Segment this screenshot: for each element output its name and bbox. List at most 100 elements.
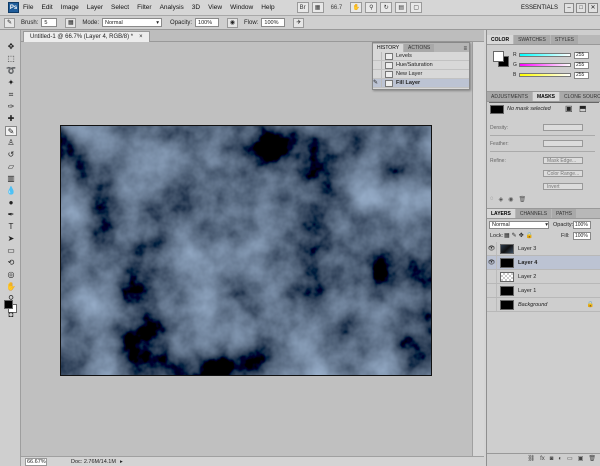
rotate-view-icon[interactable]: ↻ — [380, 2, 393, 13]
mode-select[interactable]: Normal ▾ — [102, 18, 163, 27]
lock-icons[interactable]: ▦✎✥🔒 — [504, 232, 535, 239]
tab-swatches[interactable]: SWATCHES — [514, 35, 550, 44]
delete-mask-icon[interactable]: 🗑 — [518, 196, 526, 204]
menu-filter[interactable]: Filter — [137, 4, 151, 11]
add-vector-mask-icon[interactable]: ⬒ — [579, 104, 587, 113]
document-canvas[interactable] — [60, 125, 432, 376]
bridge-icon[interactable]: Br — [296, 2, 309, 13]
history-state[interactable]: Levels — [373, 52, 469, 61]
visibility-eye-icon[interactable]: 👁 — [487, 242, 497, 255]
blur-tool-icon[interactable]: 💧 — [5, 186, 17, 196]
3d-rotate-tool-icon[interactable]: ⟲ — [5, 258, 17, 268]
layer-opacity-input[interactable]: 100% — [573, 221, 591, 229]
layer-row[interactable]: Layer 2 — [487, 270, 600, 284]
layer-style-icon[interactable]: fx — [540, 456, 545, 462]
opacity-input[interactable]: 100% — [195, 18, 220, 27]
arrange-documents-icon[interactable]: ▤ — [395, 2, 408, 13]
tab-masks[interactable]: MASKS — [532, 92, 560, 101]
load-selection-icon[interactable]: ◌ — [490, 196, 494, 204]
brush-tool-preset-icon[interactable]: ✎ — [4, 17, 15, 28]
marquee-tool-icon[interactable]: ⬚ — [5, 54, 17, 64]
close-icon[interactable]: ✕ — [588, 2, 598, 13]
new-group-icon[interactable]: ▭ — [567, 455, 573, 462]
adjustment-layer-icon[interactable]: ◐ — [558, 456, 562, 462]
tab-history[interactable]: HISTORY — [373, 44, 404, 52]
blend-mode-select[interactable]: Normal ▾ — [489, 221, 549, 229]
new-layer-icon[interactable]: ▣ — [578, 455, 584, 462]
document-tab[interactable]: Untitled-1 @ 66.7% (Layer 4, RGB/8) * × — [23, 31, 150, 42]
zoom-tool-icon[interactable]: ⚲ — [365, 2, 378, 13]
vertical-scrollbar[interactable] — [472, 42, 484, 456]
visibility-toggle[interactable] — [487, 298, 497, 311]
brush-tool-icon[interactable]: ✎ — [5, 126, 17, 136]
fill-input[interactable]: 100% — [573, 232, 591, 240]
status-menu-icon[interactable]: ▸ — [120, 459, 123, 465]
shape-tool-icon[interactable]: ▭ — [5, 246, 17, 256]
eraser-tool-icon[interactable]: ▱ — [5, 162, 17, 172]
tab-channels[interactable]: CHANNELS — [515, 209, 552, 218]
menu-image[interactable]: Image — [61, 4, 79, 11]
color-range-button[interactable]: Color Range... — [543, 170, 583, 177]
pen-tool-icon[interactable]: ✒ — [5, 210, 17, 220]
menu-view[interactable]: View — [208, 4, 222, 11]
move-tool-icon[interactable]: ✥ — [5, 42, 17, 52]
history-brush-tool-icon[interactable]: ↺ — [5, 150, 17, 160]
crop-tool-icon[interactable]: ⌗ — [5, 90, 17, 100]
close-tab-icon[interactable]: × — [139, 34, 143, 40]
panel-menu-icon[interactable]: ≡ — [463, 46, 469, 52]
path-select-tool-icon[interactable]: ➤ — [5, 234, 17, 244]
workspace-switcher[interactable]: ESSENTIALS — [521, 5, 558, 11]
history-state[interactable]: New Layer — [373, 70, 469, 79]
layer-row[interactable]: Layer 1 — [487, 284, 600, 298]
tab-clone-source[interactable]: CLONE SOURCE — [560, 92, 600, 101]
eyedropper-tool-icon[interactable]: ✑ — [5, 102, 17, 112]
layer-row-selected[interactable]: 👁 Layer 4 — [487, 256, 600, 270]
hand-tool-icon[interactable]: ✋ — [5, 282, 17, 292]
menu-layer[interactable]: Layer — [87, 4, 103, 11]
tab-adjustments[interactable]: ADJUSTMENTS — [487, 92, 532, 101]
disable-mask-icon[interactable]: ◉ — [508, 196, 513, 204]
menu-window[interactable]: Window — [230, 4, 253, 11]
invert-button[interactable]: Invert — [543, 183, 583, 190]
flow-input[interactable]: 100% — [261, 18, 286, 27]
mask-edge-button[interactable]: Mask Edge... — [543, 157, 583, 164]
history-state[interactable]: Hue/Saturation — [373, 61, 469, 70]
healing-brush-tool-icon[interactable]: ✚ — [5, 114, 17, 124]
layer-row[interactable]: 👁 Layer 3 — [487, 242, 600, 256]
quick-mask-icon[interactable]: ◘ — [5, 310, 17, 320]
foreground-color-swatch[interactable] — [4, 300, 13, 309]
dodge-tool-icon[interactable]: ● — [5, 198, 17, 208]
hand-tool-icon[interactable]: ✋ — [350, 2, 363, 13]
quick-select-tool-icon[interactable]: ✦ — [5, 78, 17, 88]
tab-paths[interactable]: PATHS — [552, 209, 576, 218]
history-state-selected[interactable]: ✎ Fill Layer — [373, 79, 469, 88]
tab-color[interactable]: COLOR — [487, 35, 514, 44]
tab-layers[interactable]: LAYERS — [487, 209, 515, 218]
tab-styles[interactable]: STYLES — [550, 35, 579, 44]
add-pixel-mask-icon[interactable]: ▣ — [565, 104, 573, 113]
menu-analysis[interactable]: Analysis — [160, 4, 184, 11]
pressure-opacity-icon[interactable]: ◉ — [227, 17, 239, 28]
red-slider[interactable]: R 255 — [513, 51, 593, 59]
minibridge-icon[interactable]: ▦ — [311, 2, 324, 13]
menu-edit[interactable]: Edit — [41, 4, 52, 11]
menu-help[interactable]: Help — [261, 4, 274, 11]
menu-select[interactable]: Select — [111, 4, 129, 11]
visibility-toggle[interactable] — [487, 284, 497, 297]
3d-orbit-tool-icon[interactable]: ◎ — [5, 270, 17, 280]
maximize-icon[interactable]: □ — [576, 2, 586, 13]
add-mask-icon[interactable]: ◙ — [550, 456, 554, 462]
airbrush-icon[interactable]: ✈ — [293, 17, 305, 28]
blue-slider[interactable]: B 255 — [513, 71, 593, 79]
link-layers-icon[interactable]: ⛓ — [527, 455, 535, 462]
visibility-eye-icon[interactable]: 👁 — [487, 256, 497, 269]
delete-layer-icon[interactable]: 🗑 — [588, 455, 596, 462]
brush-panel-icon[interactable]: ▦ — [65, 17, 77, 28]
type-tool-icon[interactable]: T — [5, 222, 17, 232]
menu-3d[interactable]: 3D — [192, 4, 200, 11]
visibility-toggle[interactable] — [487, 270, 497, 283]
green-slider[interactable]: G 255 — [513, 61, 593, 69]
color-foreground-swatch[interactable] — [493, 51, 504, 62]
minimize-icon[interactable]: – — [564, 2, 574, 13]
screen-mode-icon[interactable]: ▢ — [410, 2, 423, 13]
